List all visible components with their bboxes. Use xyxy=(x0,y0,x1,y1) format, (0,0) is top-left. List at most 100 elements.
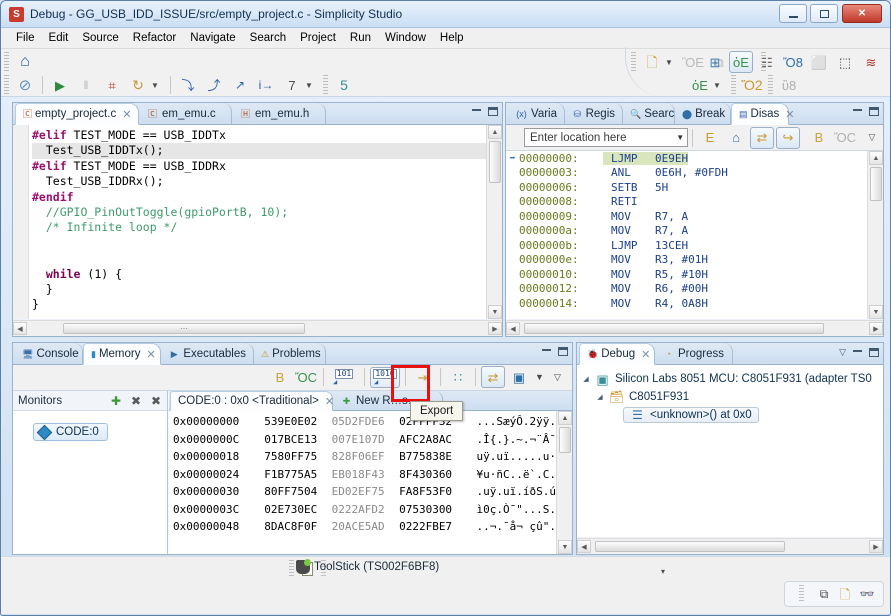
hex-group[interactable]: 0222AFD2 xyxy=(332,503,399,516)
scroll-thumb[interactable] xyxy=(489,141,501,183)
tab-problems[interactable]: ⚠ Problems xyxy=(254,343,326,365)
scroll-thumb[interactable] xyxy=(870,167,882,201)
hex-group[interactable]: AFC2A8AC xyxy=(399,433,466,446)
hex-row[interactable]: 0x00000024 F1B775A5 EB018F43 8F430360 ¥u·ñC.… xyxy=(169,466,556,484)
hex-group[interactable]: 8F430360 xyxy=(399,468,466,481)
tab-disas[interactable]: ▤ Disas ✕ xyxy=(731,103,789,125)
new-view-icon[interactable]: ὜B xyxy=(807,127,831,149)
terminate-disconnect-icon[interactable]: ⌗ xyxy=(100,74,124,96)
maximize-panel-icon[interactable] xyxy=(488,107,498,116)
open-resource-icon[interactable]: Ὄ2 xyxy=(740,74,764,96)
status-device-group[interactable]: ToolStick (TS002F6BF8) xyxy=(296,560,439,574)
hex-group[interactable]: 017BCE13 xyxy=(264,433,331,446)
disassembly-horizontal-scrollbar[interactable]: ◀ ▶ xyxy=(506,320,883,336)
hex-group[interactable]: EB018F43 xyxy=(332,468,399,481)
add-monitor-icon[interactable]: ✚ xyxy=(109,395,123,407)
scroll-left-icon[interactable]: ◀ xyxy=(506,322,520,335)
scroll-up-icon[interactable]: ▲ xyxy=(488,125,502,139)
disassembly-row[interactable]: 0000000a: MOV R7, A xyxy=(506,224,867,239)
hex-group[interactable]: 80FF7504 xyxy=(264,485,331,498)
copy-to-clipboard-icon[interactable]: 🗋 xyxy=(836,588,854,601)
snapshot-dropdown[interactable]: ▼ xyxy=(305,81,317,90)
close-button[interactable]: ✕ xyxy=(842,4,882,23)
menu-item-run[interactable]: Run xyxy=(343,29,378,47)
menu-item-navigate[interactable]: Navigate xyxy=(183,29,242,47)
show-opcodes-icon[interactable]: ↪ xyxy=(776,127,800,149)
hex-group[interactable]: 0222FBE7 xyxy=(399,520,466,533)
step-over-icon[interactable]: ⤴ xyxy=(202,74,226,96)
hex-row[interactable]: 0x00000018 7580FF75 828F06EF B775838E uÿ.uï.… xyxy=(169,448,556,466)
resume-icon[interactable]: ▶ xyxy=(48,74,72,96)
view-menu-icon[interactable]: ▽ xyxy=(839,347,846,358)
hex-group[interactable]: 05D2FDE6 xyxy=(332,415,399,428)
view-menu-icon[interactable]: ▽ xyxy=(864,132,880,143)
editor-horizontal-scrollbar[interactable]: ◀ ⋯ ▶ xyxy=(13,320,502,336)
maximize-panel-icon[interactable] xyxy=(869,107,879,116)
maximize-panel-icon[interactable] xyxy=(869,348,879,357)
scroll-thumb-h[interactable] xyxy=(524,323,824,334)
scroll-down-icon[interactable]: ▼ xyxy=(869,305,883,319)
hex-group[interactable]: 07530300 xyxy=(399,503,466,516)
debug-icon[interactable]: ὁE xyxy=(688,74,712,96)
tab-searc[interactable]: 🔍 Searc xyxy=(623,103,675,125)
tile-windows-icon[interactable]: ⧉ xyxy=(815,588,833,600)
disassembly-row[interactable]: 00000009: MOV R7, A xyxy=(506,209,867,224)
scroll-right-icon[interactable]: ▶ xyxy=(869,322,883,335)
pin-view-icon[interactable]: ὌC xyxy=(833,127,857,149)
disassembly-row[interactable]: 00000006: SETB 5H xyxy=(506,180,867,195)
tab-em-emu-h[interactable]: 🄷em_emu.h xyxy=(232,103,326,125)
editor-gutter[interactable] xyxy=(13,125,29,319)
code-text-area[interactable]: #elif TEST_MODE == USB_IDDTx Test_USB_ID… xyxy=(30,125,486,319)
disassembly-row[interactable]: 00000008: RETI xyxy=(506,195,867,210)
show-addresses-icon[interactable]: ⇄ xyxy=(750,127,774,149)
view-menu-icon[interactable]: ▽ xyxy=(550,372,565,383)
scroll-thumb-h[interactable] xyxy=(595,541,785,552)
disassembly-list[interactable]: ➡ 00000000: LJMP 0E9EH 00000003: ANL 0E6H, #0F… xyxy=(506,151,867,319)
hex-row[interactable]: 0x00000000 539E0E02 05D2FDE6 02FFFF32 ...Sæý… xyxy=(169,413,556,431)
spell-check-icon[interactable]: 👓 xyxy=(857,588,877,600)
minimize-panel-icon[interactable] xyxy=(542,349,551,351)
import-icon[interactable]: 101 ◢ xyxy=(329,367,359,388)
hex-row[interactable]: 0x0000000C 017BCE13 007E107D AFC2A8AC .Î{.}.… xyxy=(169,431,556,449)
tab-em-emu-c[interactable]: 🄲em_emu.c xyxy=(139,103,232,125)
expand-twisty-icon[interactable]: ◢ xyxy=(595,393,605,401)
disassembly-row[interactable]: 00000014: MOV R4, 0A8H xyxy=(506,296,867,311)
hex-group[interactable]: 02E730EC xyxy=(264,503,331,516)
chevron-down-icon[interactable]: ▼ xyxy=(676,133,684,142)
home-icon[interactable]: ⌂ xyxy=(13,51,37,73)
hex-group[interactable]: F1B775A5 xyxy=(264,468,331,481)
maximize-button[interactable] xyxy=(810,4,838,23)
close-tab-icon[interactable]: ✕ xyxy=(122,108,131,121)
hex-group[interactable]: 20ACE5AD xyxy=(332,520,399,533)
tab-regis[interactable]: ⛁ Regis xyxy=(565,103,623,125)
monitor-item[interactable]: CODE:0 xyxy=(33,423,108,441)
perspective-debug-icon[interactable]: ὁE xyxy=(729,51,753,73)
home-address-icon[interactable]: ⌂ xyxy=(724,127,748,149)
menu-item-project[interactable]: Project xyxy=(293,29,343,47)
debug-tree-node[interactable]: ◢ 🗃 C8051F931 xyxy=(577,388,883,406)
debug-horizontal-scrollbar[interactable]: ◀ ▶ xyxy=(577,538,883,554)
menu-item-search[interactable]: Search xyxy=(243,29,293,47)
step-into-icon[interactable]: ⤵ xyxy=(176,74,200,96)
perspective-energy-profiler-icon[interactable]: Ὄ8 xyxy=(781,51,805,73)
restart-icon[interactable]: ↻ xyxy=(126,74,150,96)
scroll-left-icon[interactable]: ◀ xyxy=(577,540,591,553)
debug-tree-node[interactable]: ☰ <unknown>() at 0x0 xyxy=(577,406,883,424)
memory-menu-dropdown[interactable]: ▼ xyxy=(532,372,547,382)
scroll-left-icon[interactable]: ◀ xyxy=(13,322,27,335)
toggle-split-pane-icon[interactable]: ∷ xyxy=(446,366,470,388)
tab-console[interactable]: 🖥 Console xyxy=(15,343,83,365)
tab-empty-project-c[interactable]: 🄲empty_project.c ✕ xyxy=(15,103,139,125)
tab-code-0-0x0-traditional[interactable]: CODE:0 : 0x0 <Traditional> ✕ xyxy=(170,391,333,411)
close-tab-icon[interactable]: ✕ xyxy=(146,348,155,361)
skip-breakpoints-icon[interactable]: ⊘ xyxy=(13,74,37,96)
build-icon[interactable]: ὒ8 xyxy=(777,74,801,96)
menu-item-file[interactable]: File xyxy=(9,29,42,47)
tab-memory[interactable]: ▮ Memory ✕ xyxy=(83,343,161,365)
hex-group[interactable]: 007E107D xyxy=(332,433,399,446)
perspective-console-icon[interactable]: ⬜ xyxy=(807,51,831,73)
editor-vertical-scrollbar[interactable]: ▲ ▼ xyxy=(486,125,502,319)
debug-tree[interactable]: ◢ ▣ Silicon Labs 8051 MCU: C8051F931 (adap… xyxy=(577,365,883,537)
minimize-panel-icon[interactable] xyxy=(472,109,481,111)
menu-item-source[interactable]: Source xyxy=(75,29,125,47)
